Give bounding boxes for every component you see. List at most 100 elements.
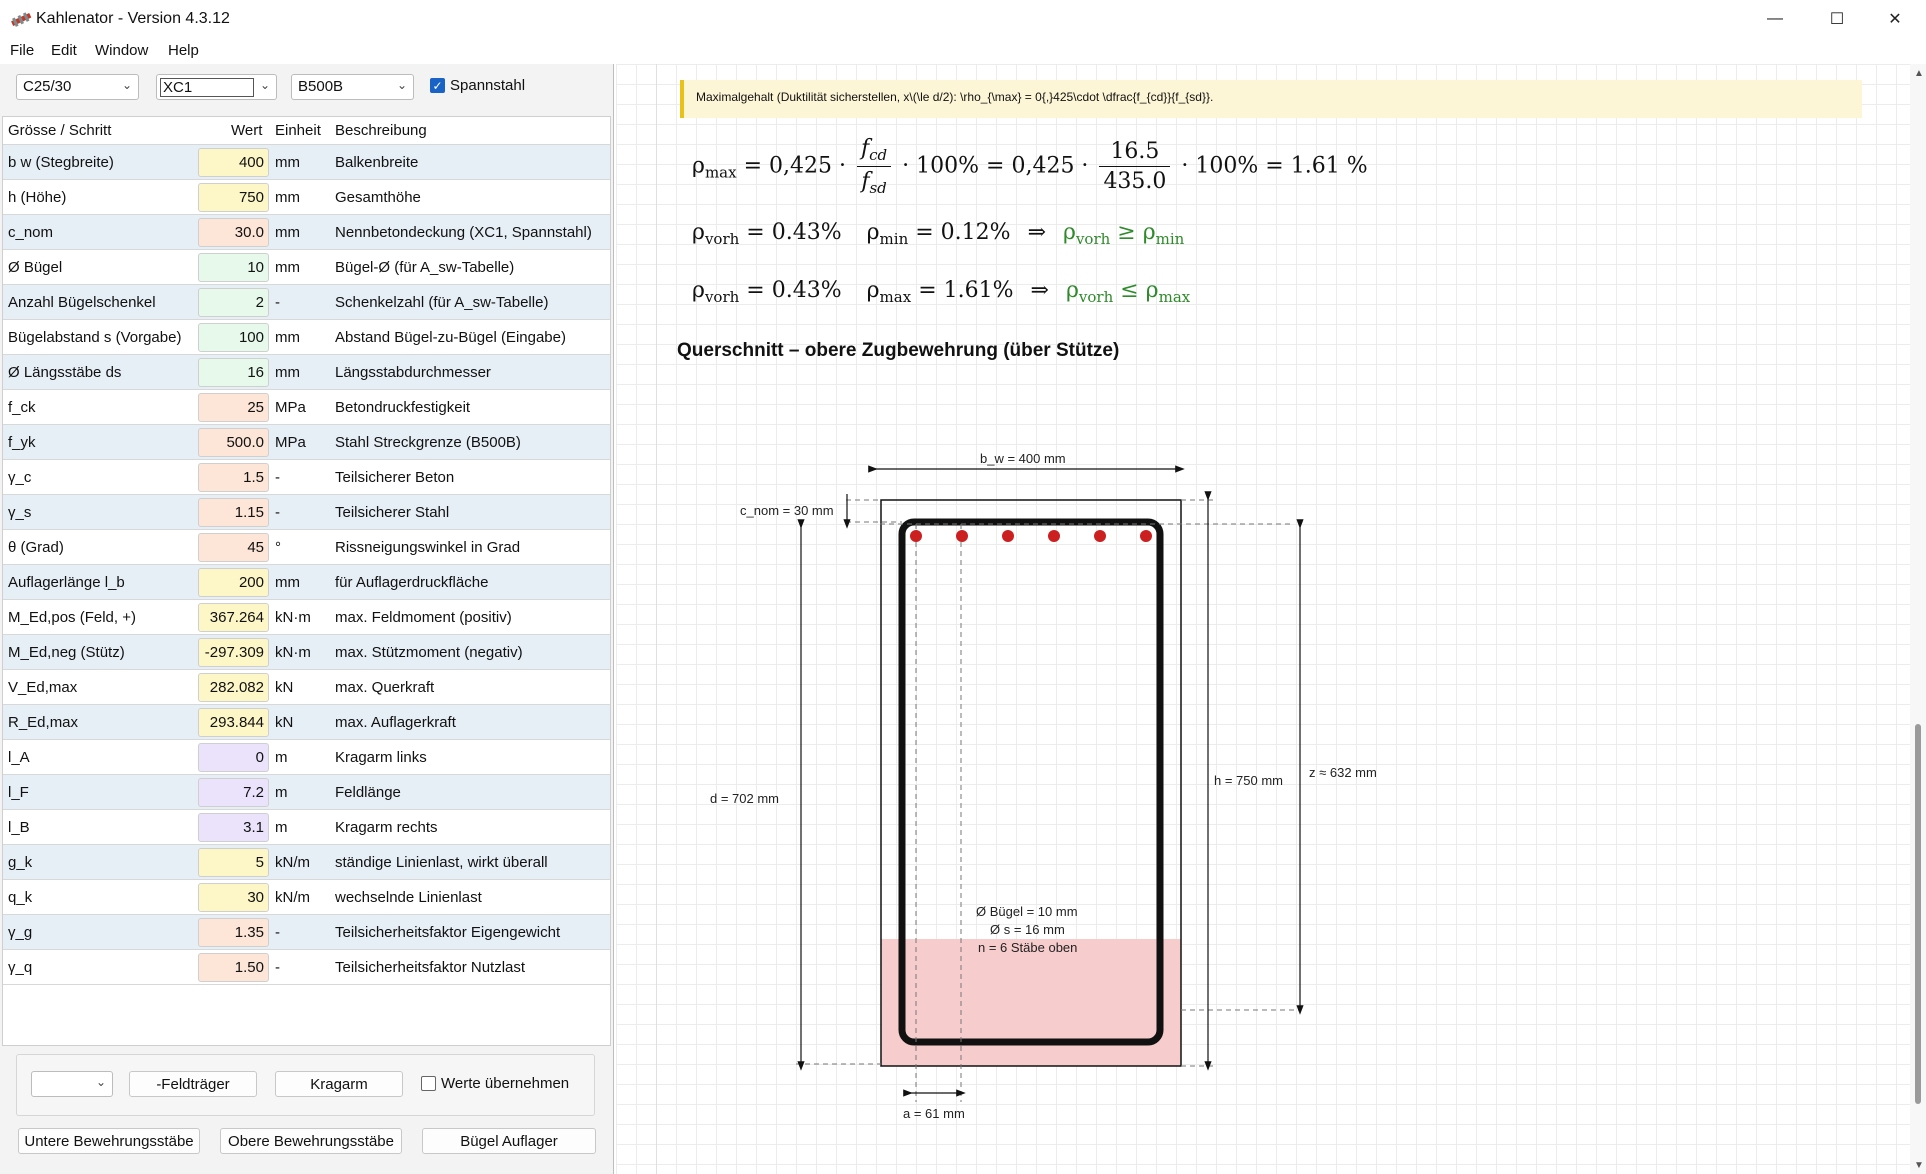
row-value-field[interactable]: 16 bbox=[198, 358, 269, 387]
row-value-field[interactable]: 2 bbox=[198, 288, 269, 317]
obere-bewehrung-button[interactable]: Obere Bewehrungsstäbe bbox=[220, 1128, 402, 1154]
row-value-field[interactable]: 1.35 bbox=[198, 918, 269, 947]
table-row[interactable]: f_yk 500.0 MPa Stahl Streckgrenze (B500B) bbox=[3, 425, 610, 460]
row-value-field[interactable]: 25 bbox=[198, 393, 269, 422]
app-logo-icon bbox=[11, 12, 32, 27]
table-row[interactable]: γ_q 1.50- Teilsicherheitsfaktor Nutzlast bbox=[3, 950, 610, 985]
row-value-field[interactable]: -297.309 bbox=[198, 638, 269, 667]
menu-window[interactable]: Window bbox=[95, 42, 148, 59]
bw-label: b_w = 400 mm bbox=[980, 451, 1066, 466]
table-row[interactable]: l_B 3.1 m Kragarm rechts bbox=[3, 810, 610, 845]
row-value-field[interactable]: 0 bbox=[198, 743, 269, 772]
table-row[interactable]: b w (Stegbreite) 400 mm Balkenbreite bbox=[3, 145, 610, 180]
table-row[interactable]: Auflagerlänge l_b 200 mm für Auflagerdruckf… bbox=[3, 565, 610, 600]
exposure-class-select[interactable]: XC1 ⌄ bbox=[156, 74, 277, 100]
row-name: Auflagerlänge l_b bbox=[8, 574, 125, 591]
row-description: Betondruckfestigkeit bbox=[335, 399, 471, 416]
untere-bewehrung-button[interactable]: Untere Bewehrungsstäbe bbox=[18, 1128, 200, 1154]
table-row[interactable]: Anzahl Bügelschenkel 2- Schenkelzahl (für … bbox=[3, 285, 610, 320]
minimize-button[interactable]: — bbox=[1746, 0, 1804, 38]
table-row[interactable]: Ø Längsstäbe ds 16 mm Längsstabdurchmesser bbox=[3, 355, 610, 390]
table-row[interactable]: M_Ed,neg (Stütz) -297.309 kN·m max. Stützmo… bbox=[3, 635, 610, 670]
maximize-button[interactable]: ☐ bbox=[1808, 0, 1866, 38]
feldtraeger-button[interactable]: -Feldträger bbox=[129, 1071, 257, 1097]
kragarm-button[interactable]: Kragarm bbox=[275, 1071, 403, 1097]
table-row[interactable]: c_nom 30.0 mm Nennbetondeckung (XC1, Spanns… bbox=[3, 215, 610, 250]
row-name: Anzahl Bügelschenkel bbox=[8, 294, 156, 311]
table-row[interactable]: l_A 0 m Kragarm links bbox=[3, 740, 610, 775]
vertical-scrollbar[interactable]: ▲ ▼ bbox=[1910, 64, 1926, 1174]
scroll-down-icon[interactable]: ▼ bbox=[1914, 1160, 1924, 1171]
row-value-field[interactable]: 30.0 bbox=[198, 218, 269, 247]
close-button[interactable]: ✕ bbox=[1866, 0, 1924, 38]
row-value-field[interactable]: 400 bbox=[198, 148, 269, 177]
table-row[interactable]: γ_c 1.5- Teilsicherer Beton bbox=[3, 460, 610, 495]
row-value-field[interactable]: 200 bbox=[198, 568, 269, 597]
close-icon: ✕ bbox=[1888, 11, 1902, 28]
row-value-field[interactable]: 367.264 bbox=[198, 603, 269, 632]
beam-preset-select[interactable]: ⌄ bbox=[31, 1071, 113, 1097]
row-value-field[interactable]: 1.5 bbox=[198, 463, 269, 492]
table-row[interactable]: q_k 30 kN/m wechselnde Linienlast bbox=[3, 880, 610, 915]
header-name[interactable]: Grösse / Schritt bbox=[8, 122, 111, 139]
menu-file[interactable]: File bbox=[10, 42, 34, 59]
row-description: max. Stützmoment (negativ) bbox=[335, 644, 523, 661]
table-row[interactable]: f_ck 25 MPa Betondruckfestigkeit bbox=[3, 390, 610, 425]
material-toolbar: C25/30 ⌄ XC1 ⌄ B500B ⌄ ✓ Spannstahl bbox=[0, 64, 614, 116]
scroll-thumb[interactable] bbox=[1915, 724, 1921, 1104]
row-name: l_B bbox=[8, 819, 30, 836]
row-description: Teilsicherer Stahl bbox=[335, 504, 450, 521]
row-value-field[interactable]: 1.15 bbox=[198, 498, 269, 527]
row-value-field[interactable]: 7.2 bbox=[198, 778, 269, 807]
row-value-field[interactable]: 45 bbox=[198, 533, 269, 562]
rebar-dot bbox=[1048, 530, 1060, 542]
table-row[interactable]: θ (Grad) 45 ° Rissneigungswinkel in Grad bbox=[3, 530, 610, 565]
row-description: Bügel-Ø (für A_sw-Tabelle) bbox=[335, 259, 515, 276]
row-description: max. Feldmoment (positiv) bbox=[335, 609, 512, 626]
row-name: M_Ed,pos (Feld, +) bbox=[8, 609, 136, 626]
table-row[interactable]: h (Höhe) 750 mm Gesamthöhe bbox=[3, 180, 610, 215]
spannstahl-checkbox[interactable]: ✓ bbox=[430, 78, 445, 93]
menu-edit[interactable]: Edit bbox=[51, 42, 77, 59]
row-value-field[interactable]: 100 bbox=[198, 323, 269, 352]
row-value-field[interactable]: 3.1 bbox=[198, 813, 269, 842]
rebar-group bbox=[910, 530, 1152, 542]
table-row[interactable]: γ_s 1.15- Teilsicherer Stahl bbox=[3, 495, 610, 530]
row-value-field[interactable]: 750 bbox=[198, 183, 269, 212]
werte-uebernehmen-checkbox[interactable] bbox=[421, 1076, 436, 1091]
row-name: Ø Längsstäbe ds bbox=[8, 364, 122, 381]
table-row[interactable]: Bügelabstand s (Vorgabe) 100 mm Abstand Büg… bbox=[3, 320, 610, 355]
row-description: max. Querkraft bbox=[335, 679, 435, 696]
werte-uebernehmen-label: Werte übernehmen bbox=[441, 1075, 570, 1092]
header-unit[interactable]: Einheit bbox=[275, 122, 321, 139]
table-row[interactable]: γ_g 1.35- Teilsicherheitsfaktor Eigengewic… bbox=[3, 915, 610, 950]
header-value[interactable]: Wert bbox=[231, 122, 262, 139]
row-value-field[interactable]: 500.0 bbox=[198, 428, 269, 457]
row-unit: mm bbox=[275, 364, 300, 381]
table-row[interactable]: l_F 7.2 m Feldlänge bbox=[3, 775, 610, 810]
row-value-field[interactable]: 282.082 bbox=[198, 673, 269, 702]
table-row[interactable]: Ø Bügel 10 mm Bügel-Ø (für A_sw-Tabelle) bbox=[3, 250, 610, 285]
row-name: Ø Bügel bbox=[8, 259, 63, 276]
row-description: Teilsicherheitsfaktor Nutzlast bbox=[335, 959, 526, 976]
row-value-field[interactable]: 5 bbox=[198, 848, 269, 877]
row-description: Teilsicherer Beton bbox=[335, 469, 455, 486]
row-description: Teilsicherheitsfaktor Eigengewicht bbox=[335, 924, 561, 941]
steel-grade-select[interactable]: B500B ⌄ bbox=[291, 74, 414, 100]
menu-help[interactable]: Help bbox=[168, 42, 199, 59]
table-row[interactable]: R_Ed,max 293.844 kN max. Auflagerkraft bbox=[3, 705, 610, 740]
row-unit: - bbox=[275, 294, 280, 311]
row-value-field[interactable]: 30 bbox=[198, 883, 269, 912]
scroll-up-icon[interactable]: ▲ bbox=[1914, 68, 1924, 79]
row-unit: ° bbox=[275, 539, 281, 556]
chevron-down-icon: ⌄ bbox=[95, 1075, 106, 1089]
table-row[interactable]: g_k 5 kN/m ständige Linienlast, wirkt übera… bbox=[3, 845, 610, 880]
concrete-class-select[interactable]: C25/30 ⌄ bbox=[16, 74, 139, 100]
row-value-field[interactable]: 1.50 bbox=[198, 953, 269, 982]
row-value-field[interactable]: 10 bbox=[198, 253, 269, 282]
table-row[interactable]: V_Ed,max 282.082 kN max. Querkraft bbox=[3, 670, 610, 705]
table-row[interactable]: M_Ed,pos (Feld, +) 367.264 kN·m max. Feldmo… bbox=[3, 600, 610, 635]
header-description[interactable]: Beschreibung bbox=[335, 122, 427, 139]
row-value-field[interactable]: 293.844 bbox=[198, 708, 269, 737]
buegel-auflager-button[interactable]: Bügel Auflager bbox=[422, 1128, 596, 1154]
